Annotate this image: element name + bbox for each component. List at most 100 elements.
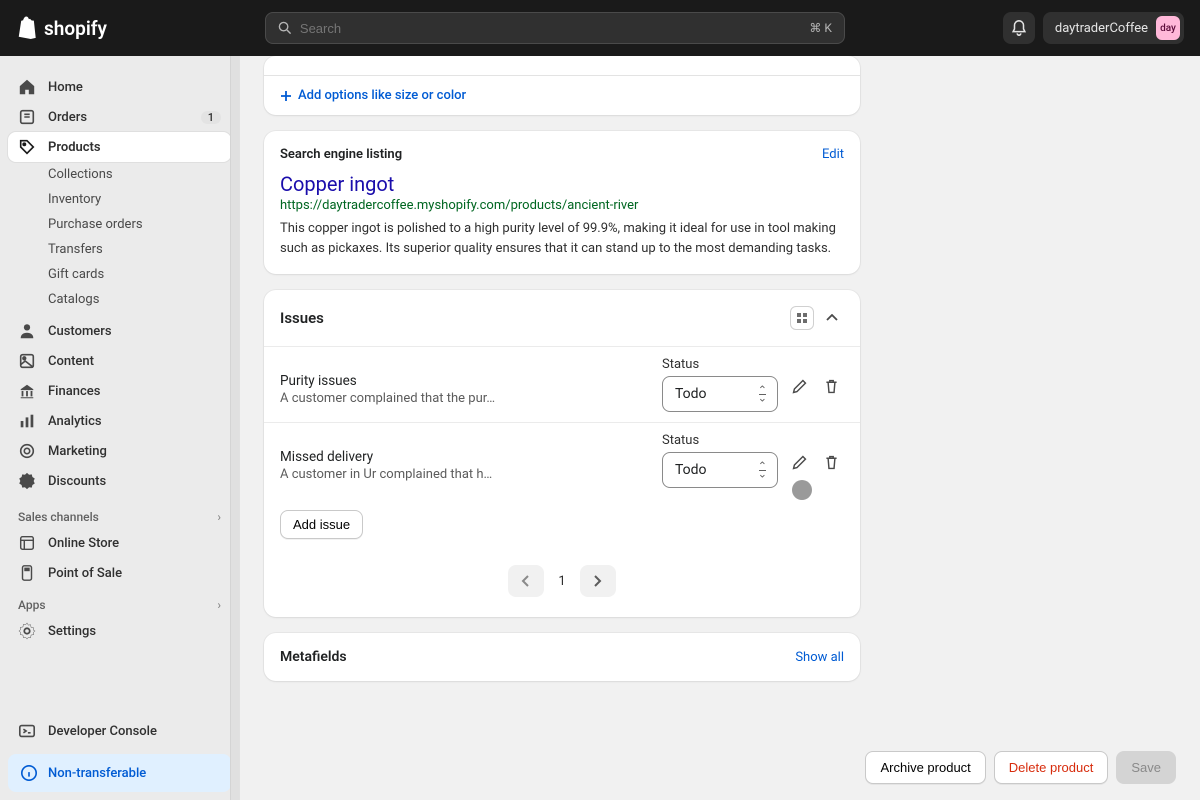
nav-collections[interactable]: Collections [38,162,231,187]
nav-gift-cards[interactable]: Gift cards [38,262,231,287]
trash-icon [823,378,840,395]
nav-purchase-orders[interactable]: Purchase orders [38,212,231,237]
select-chevron-icon: ⌃⌄ [758,386,767,401]
chevron-up-icon [826,314,838,322]
pos-icon [18,564,36,582]
add-issue-button[interactable]: Add issue [280,510,363,539]
chevron-left-icon [521,575,531,587]
issue-title: Missed delivery [280,449,650,465]
edit-issue-button[interactable] [790,453,808,471]
content-icon [18,352,36,370]
nav-transfers[interactable]: Transfers [38,237,231,262]
nav-products[interactable]: Products [8,132,231,162]
view-toggle-button[interactable] [790,306,814,330]
issues-title: Issues [280,309,324,327]
seo-url: https://daytradercoffee.myshopify.com/pr… [280,198,844,213]
apps-header[interactable]: Apps › [8,588,231,616]
delete-issue-button[interactable] [822,453,840,471]
nav-label: Discounts [48,474,106,489]
collapse-button[interactable] [820,306,844,330]
nav-label: Online Store [48,536,119,551]
nav-label: Products [48,140,101,155]
seo-title: Copper ingot [280,172,844,196]
delete-issue-button[interactable] [822,377,840,395]
nav-label: Transfers [48,242,103,257]
nav-label: Customers [48,324,112,339]
pager-prev-button[interactable] [508,565,544,597]
nav-finances[interactable]: Finances [8,376,231,406]
nav-settings[interactable]: Settings [8,616,231,646]
plus-icon [280,90,292,102]
discounts-icon [18,472,36,490]
nav-analytics[interactable]: Analytics [8,406,231,436]
pager: 1 [264,555,860,617]
nav-inventory[interactable]: Inventory [38,187,231,212]
save-button[interactable]: Save [1116,751,1176,784]
chevron-right-icon: › [217,510,221,524]
select-chevron-icon: ⌃⌄ [758,462,767,477]
home-icon [18,78,36,96]
nav-label: Collections [48,167,113,182]
nav-point-of-sale[interactable]: Point of Sale [8,558,231,588]
issue-row: Missed delivery A customer in Ur complai… [264,422,860,498]
nav-content[interactable]: Content [8,346,231,376]
nav-orders[interactable]: Orders 1 [8,102,231,132]
gear-icon [18,622,36,640]
nav-home[interactable]: Home [8,72,231,102]
bell-icon [1010,19,1028,37]
cursor-dot [792,480,812,500]
notifications-button[interactable] [1003,12,1035,44]
metafields-title: Metafields [280,649,347,665]
pager-next-button[interactable] [580,565,616,597]
archive-button[interactable]: Archive product [865,751,985,784]
chevron-right-icon: › [217,598,221,612]
issue-description: A customer complained that the pur… [280,391,650,406]
search-input[interactable] [300,21,801,36]
nav-online-store[interactable]: Online Store [8,528,231,558]
status-select[interactable]: Todo ⌃⌄ [662,452,778,488]
nav-customers[interactable]: Customers [8,316,231,346]
nav-label: Home [48,80,83,95]
add-options-link[interactable]: Add options like size or color [264,76,860,115]
nav-developer-console[interactable]: Developer Console [8,716,231,746]
status-select[interactable]: Todo ⌃⌄ [662,376,778,412]
store-menu[interactable]: daytraderCoffee day [1043,12,1184,44]
edit-issue-button[interactable] [790,377,808,395]
nav-label: Marketing [48,444,107,459]
nav-discounts[interactable]: Discounts [8,466,231,496]
store-icon [18,534,36,552]
nav-marketing[interactable]: Marketing [8,436,231,466]
shopify-logo[interactable]: shopify [16,16,107,40]
customers-icon [18,322,36,340]
issue-title: Purity issues [280,373,650,389]
delete-button[interactable]: Delete product [994,751,1109,784]
chip-label: Non-transferable [48,766,146,781]
nav-label: Developer Console [48,724,157,739]
nav-label: Finances [48,384,100,399]
nav-label: Settings [48,624,96,639]
status-label: Status [662,433,778,448]
console-icon [18,722,36,740]
status-value: Todo [675,386,707,402]
seo-edit-link[interactable]: Edit [822,147,844,162]
non-transferable-chip[interactable]: Non-transferable [8,754,231,792]
sales-channels-header[interactable]: Sales channels › [8,500,231,528]
avatar: day [1156,16,1180,40]
metafields-show-all[interactable]: Show all [795,650,844,665]
pencil-icon [791,378,808,395]
products-icon [18,138,36,156]
analytics-icon [18,412,36,430]
seo-section-title: Search engine listing [280,147,402,162]
search-icon [278,21,292,35]
issue-description: A customer in Ur complained that h… [280,467,650,482]
nav-catalogs[interactable]: Catalogs [38,287,231,312]
seo-card: Search engine listing Edit Copper ingot … [264,131,860,274]
nav-label: Purchase orders [48,217,143,232]
options-card: Add options like size or color [264,56,860,115]
topbar: shopify ⌘ K daytraderCoffee day [0,0,1200,56]
nav-label: Analytics [48,414,102,429]
nav-label: Gift cards [48,267,104,282]
add-options-label: Add options like size or color [298,88,466,103]
search-bar[interactable]: ⌘ K [265,12,845,44]
main: Add options like size or color Search en… [240,56,1200,800]
